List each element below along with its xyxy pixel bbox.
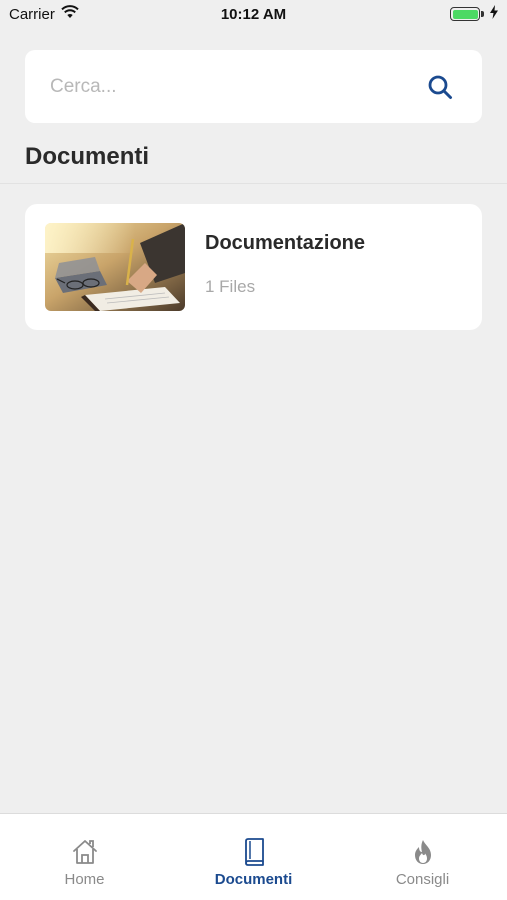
tab-label-home: Home	[64, 871, 105, 888]
tab-label-documenti: Documenti	[214, 871, 293, 888]
tab-documenti[interactable]: Documenti	[169, 814, 338, 900]
charging-icon	[490, 5, 498, 23]
home-icon	[71, 838, 99, 866]
search-icon[interactable]	[426, 73, 454, 101]
search-input[interactable]	[50, 75, 426, 98]
document-card[interactable]: Documentazione 1 Files	[25, 204, 482, 330]
book-icon	[240, 838, 268, 866]
document-title: Documentazione	[205, 231, 366, 254]
carrier-label: Carrier	[9, 5, 55, 23]
tab-consigli[interactable]: Consigli	[338, 814, 507, 900]
search-bar[interactable]	[25, 50, 482, 123]
divider	[0, 183, 507, 184]
page-title: Documenti	[25, 143, 150, 170]
battery-icon	[450, 7, 484, 21]
wifi-icon	[61, 5, 79, 23]
document-file-count: 1 Files	[205, 276, 256, 296]
tab-home[interactable]: Home	[0, 814, 169, 900]
tab-bar: Home Documenti Consigli	[0, 813, 507, 900]
tab-label-consigli: Consigli	[395, 871, 450, 888]
document-thumbnail	[45, 223, 185, 311]
status-bar: Carrier 10:12 AM	[0, 0, 507, 28]
flame-icon	[409, 838, 437, 866]
